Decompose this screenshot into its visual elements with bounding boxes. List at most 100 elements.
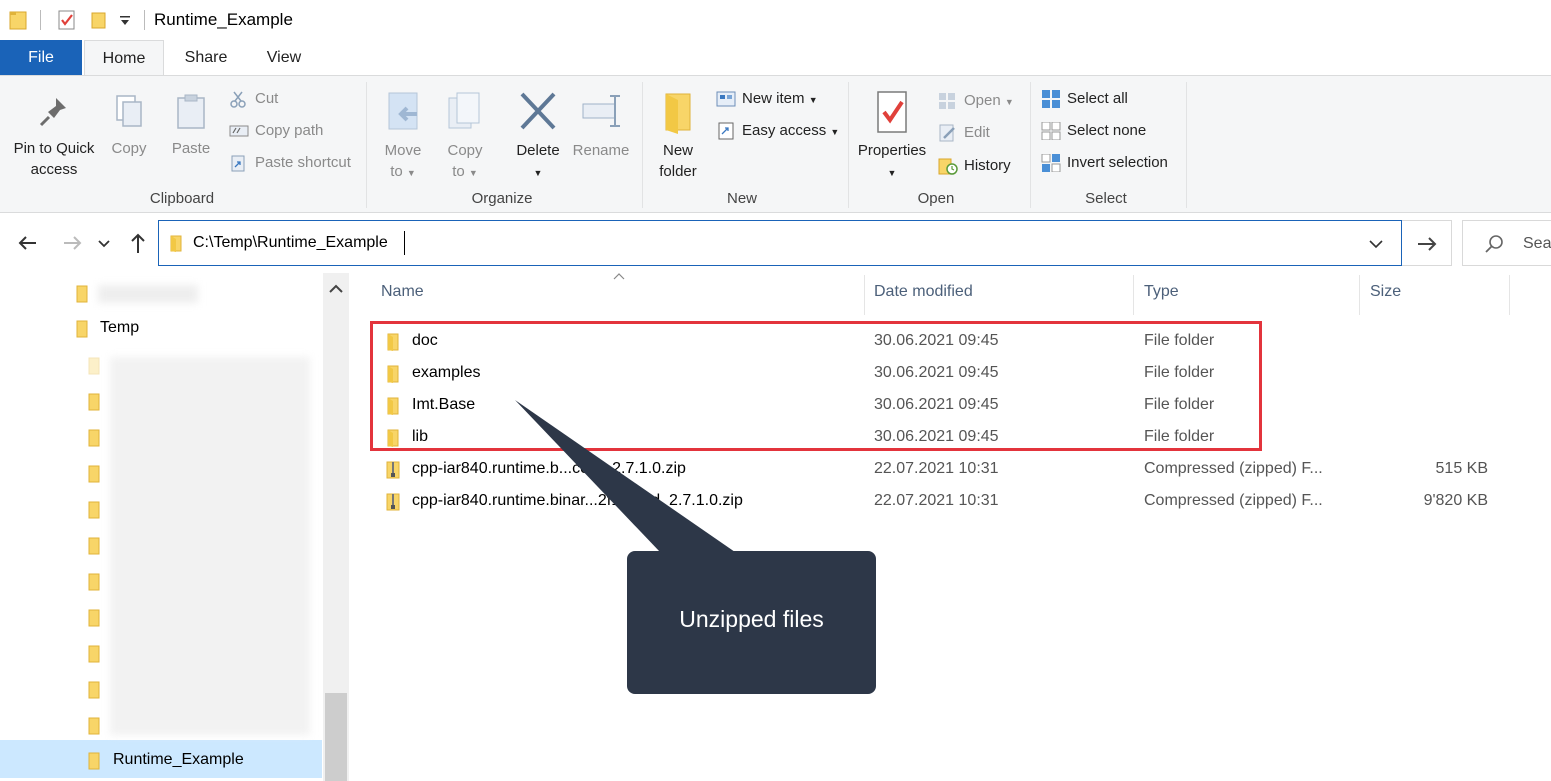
column-divider[interactable] (1359, 275, 1360, 315)
folder-icon[interactable] (86, 645, 102, 663)
easy-access-label: Easy access (742, 122, 827, 139)
search-placeholder: Sea (1523, 235, 1551, 252)
group-separator (1030, 82, 1031, 208)
redacted-label (98, 285, 198, 303)
zip-folder-icon (386, 461, 400, 479)
properties-button[interactable]: Properties ▼ (852, 90, 932, 184)
folder-icon (170, 235, 182, 252)
column-divider[interactable] (1509, 275, 1510, 315)
search-input[interactable]: Sea (1462, 220, 1551, 266)
scroll-up-chevron-icon[interactable] (326, 279, 346, 299)
folder-icon[interactable] (86, 573, 102, 591)
customize-dropdown-icon[interactable] (118, 14, 132, 28)
chevron-down-icon: ▼ (808, 95, 818, 105)
callout-text: Unzipped files (679, 606, 824, 632)
go-button[interactable] (1402, 220, 1452, 266)
redacted-subfolders (110, 357, 310, 735)
delete-label: Delete (516, 142, 560, 159)
folder-icon[interactable] (86, 501, 102, 519)
column-header-date[interactable]: Date modified (874, 283, 973, 301)
paste-shortcut-icon (231, 155, 245, 172)
select-none-label: Select none (1067, 122, 1147, 139)
rename-icon (582, 95, 620, 127)
up-arrow-icon[interactable] (124, 229, 152, 257)
paste-button[interactable]: Paste (164, 92, 218, 159)
ribbon: Pin to Quick access Copy Paste Cut Copy … (0, 75, 1551, 213)
delete-button[interactable]: Delete ▼ (510, 90, 566, 184)
column-header-type[interactable]: Type (1144, 283, 1179, 301)
folder-icon[interactable] (86, 465, 102, 483)
copy-path-label: Copy path (255, 122, 324, 139)
go-arrow-icon (1418, 237, 1437, 251)
open-label: Open (964, 92, 1001, 109)
sort-ascending-icon (613, 273, 625, 280)
move-to-label-line2: to (390, 163, 403, 180)
chevron-down-icon: ▼ (830, 127, 840, 137)
history-icon (938, 158, 958, 175)
new-folder-button[interactable]: New folder (652, 90, 704, 182)
forward-arrow-icon[interactable] (58, 229, 86, 257)
new-folder-quick-icon[interactable] (88, 9, 110, 31)
move-to-label-line1: Move (384, 142, 422, 159)
pin-icon (39, 98, 66, 127)
folder-icon[interactable] (86, 681, 102, 699)
file-date: 22.07.2021 10:31 (874, 460, 999, 477)
folder-icon[interactable] (86, 393, 102, 411)
organize-group-label: Organize (471, 190, 533, 207)
copy-to-label-line2: to (452, 163, 465, 180)
properties-quick-icon[interactable] (56, 9, 78, 31)
file-size: 515 KB (1435, 460, 1488, 477)
move-to-button[interactable]: Move to ▼ (378, 90, 428, 184)
folder-icon[interactable] (86, 717, 102, 735)
column-divider[interactable] (864, 275, 865, 315)
folder-icon[interactable] (86, 609, 102, 627)
tree-item-hidden[interactable] (0, 277, 320, 309)
zip-folder-icon (386, 493, 400, 511)
address-bar[interactable]: C:\Temp\Runtime_Example (158, 220, 1402, 266)
separator (144, 10, 145, 30)
tab-share[interactable]: Share (170, 40, 242, 76)
tree-item-runtime-example[interactable]: Runtime_Example (0, 744, 320, 776)
folder-icon[interactable] (86, 429, 102, 447)
copy-button[interactable]: Copy (104, 92, 154, 159)
copy-to-button[interactable]: Copy to ▼ (440, 90, 490, 184)
new-folder-label-line2: folder (659, 163, 697, 180)
address-history-chevron-icon[interactable] (1367, 235, 1385, 253)
new-folder-icon (665, 93, 691, 134)
separator (40, 10, 41, 30)
select-none-icon (1041, 122, 1061, 140)
column-header-size[interactable]: Size (1370, 283, 1401, 301)
highlight-rectangle (370, 321, 1262, 451)
select-all-label: Select all (1067, 90, 1128, 107)
address-path: C:\Temp\Runtime_Example (193, 234, 388, 251)
tab-file[interactable]: File (0, 40, 82, 76)
move-to-icon (388, 92, 418, 130)
group-separator (366, 82, 367, 208)
table-row[interactable]: cpp-iar840.runtime.b...core_2.7.1.0.zip 2… (370, 453, 1510, 485)
copy-to-icon (448, 92, 480, 129)
file-date: 22.07.2021 10:31 (874, 492, 999, 509)
column-header-name[interactable]: Name (381, 283, 424, 301)
folder-icon[interactable] (86, 537, 102, 555)
paste-shortcut-label: Paste shortcut (255, 154, 351, 171)
tab-view[interactable]: View (250, 40, 318, 76)
tree-item-temp[interactable]: Temp (0, 312, 320, 344)
file-name: cpp-iar840.runtime.b...core_2.7.1.0.zip (412, 460, 686, 477)
recent-locations-chevron-icon[interactable] (94, 229, 114, 257)
select-group-label: Select (1085, 190, 1127, 207)
folder-icon[interactable] (86, 357, 102, 375)
pin-to-quick-access-button[interactable]: Pin to Quick access (8, 92, 100, 180)
table-row[interactable]: cpp-iar840.runtime.binar...2f103md_2.7.1… (370, 485, 1510, 517)
back-arrow-icon[interactable] (14, 229, 42, 257)
easy-access-icon (718, 122, 734, 140)
scissors-icon (230, 91, 246, 108)
title-bar: Runtime_Example (0, 0, 1551, 40)
edit-label: Edit (964, 124, 990, 141)
rename-button[interactable]: Rename (570, 90, 632, 161)
folder-icon (88, 752, 100, 770)
scrollbar-thumb[interactable] (325, 693, 347, 781)
tab-home[interactable]: Home (84, 40, 164, 76)
column-divider[interactable] (1133, 275, 1134, 315)
new-item-icon (716, 91, 736, 107)
open-group-label: Open (917, 190, 955, 207)
